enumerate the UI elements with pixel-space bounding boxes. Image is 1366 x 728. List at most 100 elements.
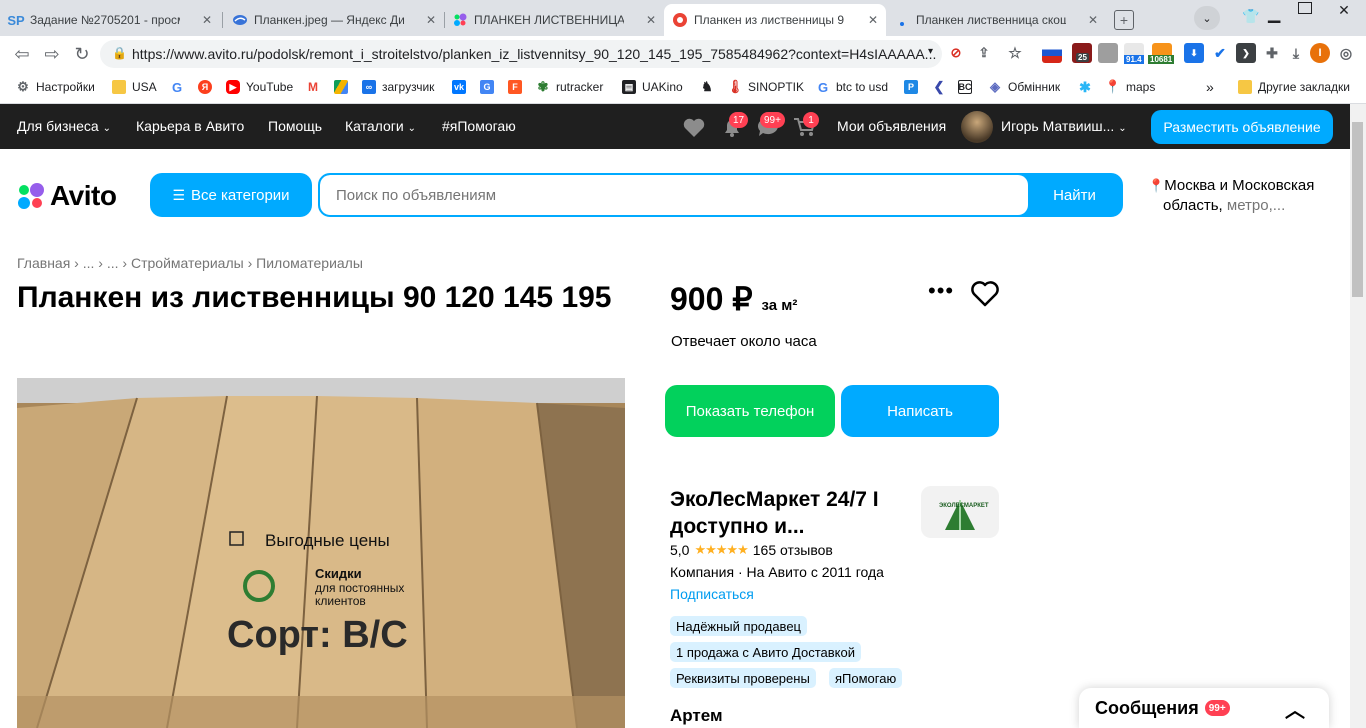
back-arrow-icon[interactable]: ⇦ xyxy=(10,42,34,66)
yapomogayu-link[interactable]: #яПомогаю xyxy=(442,118,516,134)
breadcrumb-link[interactable]: ... xyxy=(83,255,95,271)
write-message-button[interactable]: Написать xyxy=(841,385,999,437)
dropdown-icon[interactable]: ▾ xyxy=(928,46,933,57)
bookmark-item[interactable]: BC xyxy=(958,78,978,96)
seller-logo[interactable]: ЭКОЛЕСМАРКЕТ xyxy=(921,486,999,538)
browser-tab[interactable]: SP Задание №2705201 - просмо ✕ xyxy=(0,4,220,36)
close-tab-icon[interactable]: ✕ xyxy=(1088,13,1098,27)
seller-name[interactable]: ЭкоЛесМаркет 24/7 I доступно и... xyxy=(670,486,910,540)
reviews-count: 165 отзывов xyxy=(752,542,833,558)
tshirt-icon[interactable]: 👕 xyxy=(1242,8,1259,25)
bookmarks-overflow[interactable]: » xyxy=(1206,78,1214,96)
bookmark-item[interactable]: ✾ rutracker xyxy=(536,78,604,96)
career-link[interactable]: Карьера в Авито xyxy=(136,118,244,134)
browser-tab-active[interactable]: Планкен из лиственницы 90 1 ✕ xyxy=(664,4,886,36)
bookmark-item[interactable]: ▤ UAKino xyxy=(622,78,683,96)
subscribe-link[interactable]: Подписаться xyxy=(670,586,754,602)
breadcrumb-link[interactable]: ... xyxy=(107,255,119,271)
address-bar[interactable]: 🔒 https://www.avito.ru/podolsk/remont_i_… xyxy=(100,40,942,68)
avito-logo[interactable]: Avito xyxy=(17,180,117,212)
help-link[interactable]: Помощь xyxy=(268,118,322,134)
close-tab-icon[interactable]: ✕ xyxy=(426,13,436,27)
bookmark-item[interactable]: 🌡 SINOPTIK xyxy=(727,78,804,96)
search-input[interactable] xyxy=(320,175,1028,215)
bookmark-label: Другие закладки xyxy=(1258,80,1350,94)
new-tab-icon[interactable]: + xyxy=(1114,10,1134,30)
bookmark-item[interactable]: P xyxy=(904,78,924,96)
search-button[interactable]: Найти xyxy=(1028,175,1121,215)
blocked-icon[interactable]: ⊘ xyxy=(946,43,966,63)
reload-icon[interactable]: ↻ xyxy=(70,42,94,66)
my-ads-link[interactable]: Мои объявления xyxy=(837,118,946,134)
breadcrumb-link[interactable]: Пиломатериалы xyxy=(256,255,363,271)
scrollbar-thumb[interactable] xyxy=(1352,122,1363,297)
region-selector[interactable]: 📍Москва и Московская область, метро,... xyxy=(1148,176,1338,216)
russian-flag-icon[interactable] xyxy=(1042,43,1062,63)
categories-label: Все категории xyxy=(191,186,290,204)
bookmark-item[interactable]: ❮ xyxy=(932,78,952,96)
bookmark-item[interactable]: Я xyxy=(198,78,218,96)
ghost-extension-icon[interactable]: 91.4 xyxy=(1124,43,1144,64)
bookmark-item[interactable]: ⚙ Настройки xyxy=(16,78,95,96)
user-avatar[interactable] xyxy=(961,111,993,143)
browser-tab[interactable]: Планкен.jpeg — Яндекс Диск ✕ xyxy=(224,4,444,36)
price-unit: за м² xyxy=(761,297,798,314)
bookmark-item[interactable]: USA xyxy=(112,78,157,96)
more-options-icon[interactable]: ••• xyxy=(928,278,954,304)
downloads-icon[interactable]: ⤓ xyxy=(1286,43,1306,63)
bookmark-item[interactable]: ▶ YouTube xyxy=(226,78,293,96)
favorite-heart-icon[interactable] xyxy=(970,280,1000,308)
post-ad-button[interactable]: Разместить объявление xyxy=(1151,110,1333,144)
bookmark-star-icon[interactable]: ☆ xyxy=(1005,43,1025,63)
bookmark-item[interactable]: Gbtc to usd xyxy=(816,78,888,96)
bookmark-item[interactable]: F xyxy=(508,78,528,96)
bookmark-item[interactable]: vk xyxy=(452,78,472,96)
catalogs-menu[interactable]: Каталоги ⌄ xyxy=(345,118,416,134)
show-phone-button[interactable]: Показать телефон xyxy=(665,385,835,437)
bookmark-item[interactable]: ∞ загрузчик xyxy=(362,78,434,96)
bookmark-item[interactable]: Другие закладки xyxy=(1238,78,1350,96)
bookmark-item[interactable] xyxy=(334,78,354,96)
shield-extension-icon[interactable]: 25 xyxy=(1072,43,1092,63)
all-categories-button[interactable]: ☰ Все категории xyxy=(150,173,312,217)
favorites-heart-icon[interactable] xyxy=(682,116,706,138)
close-tab-icon[interactable]: ✕ xyxy=(868,13,878,27)
bookmark-item[interactable]: ✱ xyxy=(1078,78,1098,96)
bookmark-label: YouTube xyxy=(246,80,294,94)
check-extension-icon[interactable]: ✔ xyxy=(1210,43,1230,63)
forward-arrow-icon[interactable]: ⇨ xyxy=(40,42,64,66)
bookmark-item[interactable]: G xyxy=(170,78,190,96)
close-window-icon[interactable]: ✕ xyxy=(1322,0,1366,20)
arrow-extension-icon[interactable]: ❯ xyxy=(1236,43,1256,63)
browser-tab[interactable]: ПЛАНКЕН ЛИСТВЕННИЦА - К ✕ xyxy=(444,4,664,36)
maximize-window-icon[interactable] xyxy=(1298,2,1312,14)
wood-planks-image xyxy=(17,378,625,728)
bookmark-item[interactable]: ♞ xyxy=(700,78,720,96)
business-menu[interactable]: Для бизнеса ⌄ xyxy=(17,118,111,134)
breadcrumb-link[interactable]: Главная xyxy=(17,255,70,271)
browser-tab[interactable]: Планкен лиственница скошен ✕ xyxy=(886,4,1106,36)
lock-icon: 🔒 xyxy=(112,46,127,60)
bookmark-item[interactable]: G xyxy=(480,78,500,96)
user-menu[interactable]: Игорь Матвииш... ⌄ xyxy=(1001,118,1127,134)
seller-rating[interactable]: 5,0 ★★★★★ 165 отзывов xyxy=(670,542,833,558)
briefcase-extension-icon[interactable] xyxy=(1098,43,1118,63)
bookmark-item[interactable]: M xyxy=(306,78,326,96)
puzzle-extensions-icon[interactable]: ✚ xyxy=(1262,43,1282,63)
breadcrumb-link[interactable]: Стройматериалы xyxy=(131,255,244,271)
share-icon[interactable]: ⇪ xyxy=(974,43,994,63)
bookmark-label: Обмінник xyxy=(1008,80,1061,94)
bookmark-item[interactable]: 📍 maps xyxy=(1105,78,1155,96)
listing-photo[interactable]: Выгодные цены Скидки для постоянных клие… xyxy=(17,378,625,728)
chevron-up-icon[interactable]: ︿ xyxy=(1285,694,1305,723)
world-icon[interactable]: ◎ xyxy=(1336,43,1356,63)
close-tab-icon[interactable]: ✕ xyxy=(646,13,656,27)
minimize-window-icon[interactable]: ▁ xyxy=(1268,4,1280,24)
download-extension-icon[interactable]: ⬇ xyxy=(1184,43,1204,63)
bitcoin-extension-icon[interactable]: 10681 xyxy=(1148,43,1175,64)
bookmark-item[interactable]: ◈ Обмінник xyxy=(988,78,1060,96)
tab-search-chevron-icon[interactable]: ⌄ xyxy=(1194,6,1220,30)
profile-avatar[interactable]: I xyxy=(1310,43,1330,63)
close-tab-icon[interactable]: ✕ xyxy=(202,13,212,27)
messages-panel[interactable]: Сообщения 99+ ︿ xyxy=(1079,688,1329,728)
